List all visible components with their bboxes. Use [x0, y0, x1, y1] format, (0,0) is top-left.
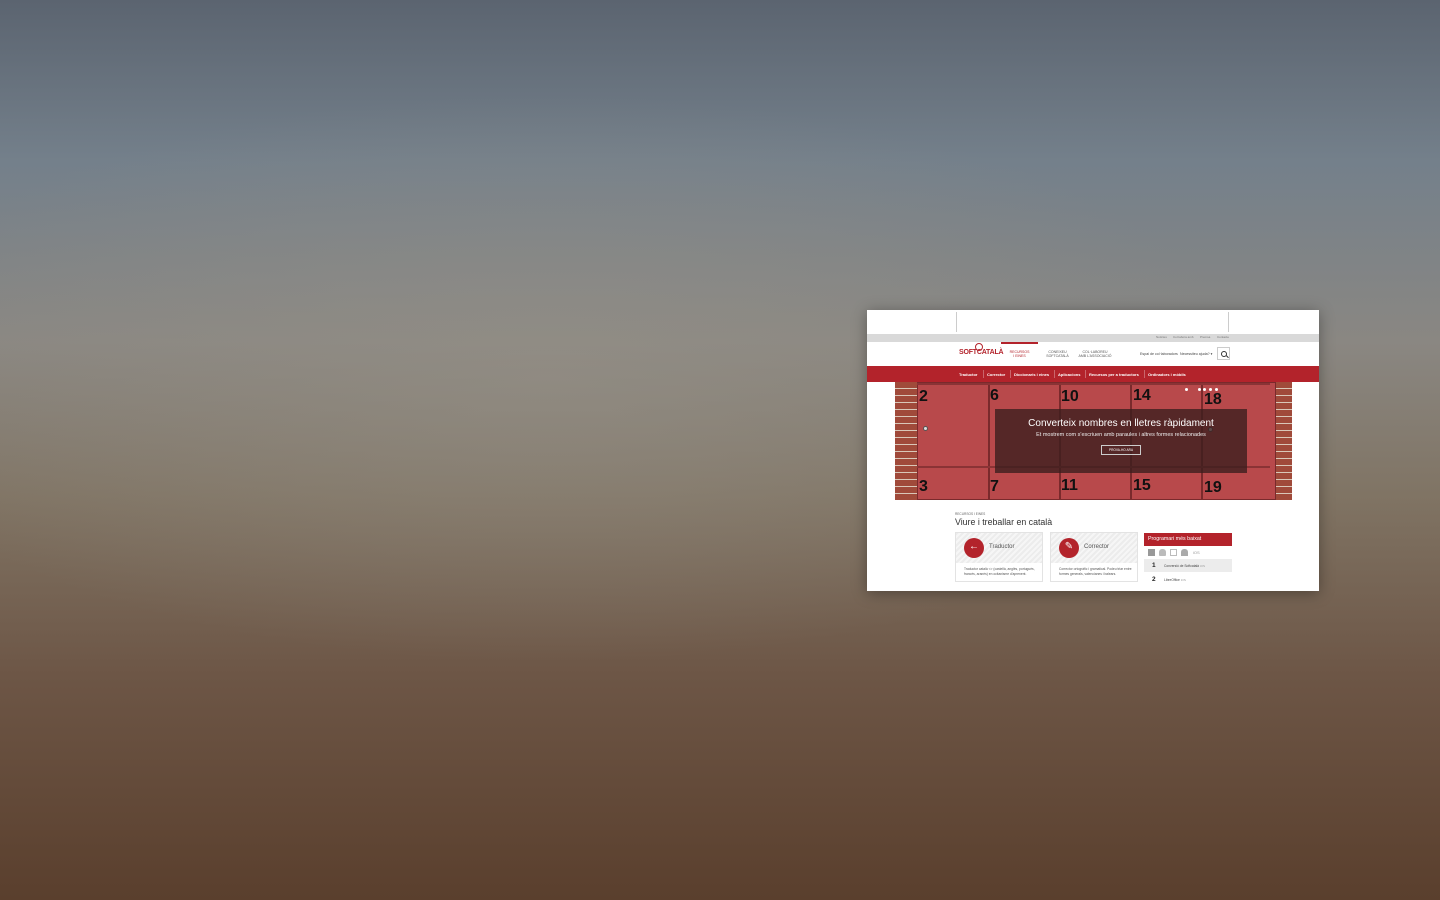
card-title: Traductor: [989, 544, 1015, 550]
subnav-divider: [1054, 370, 1055, 378]
slide-dot[interactable]: [1203, 388, 1206, 391]
door-number: 19: [1204, 479, 1222, 496]
door-number: 15: [1133, 477, 1151, 494]
website-screenshot: Notícies Col·labora amb Premsa Contacte …: [867, 310, 1319, 591]
subnav-item-traductor[interactable]: Traductor: [959, 372, 977, 377]
nav-item-line: I EINES: [1013, 354, 1026, 358]
program-os: iOS: [1180, 578, 1186, 582]
nav-item-recursos[interactable]: RECURSOS I EINES: [1003, 350, 1036, 358]
list-item[interactable]: 2 LibreOffice iOS: [1144, 573, 1232, 586]
widget-title: Programari més baixat: [1148, 536, 1202, 542]
stamp-glyph: ✎: [1064, 541, 1074, 552]
card-corrector[interactable]: ✎ Corrector Corrector ortogràfic i grama…: [1050, 532, 1138, 582]
program-title: Conversió de Softcatalà: [1164, 564, 1200, 568]
subnav-divider: [1085, 370, 1086, 378]
utility-bar: [867, 334, 1319, 342]
rank-number: 1: [1152, 562, 1156, 569]
door-number: 14: [1133, 387, 1151, 404]
utility-link[interactable]: Contacte: [1217, 335, 1229, 339]
help-dropdown[interactable]: Necessiteu ajuda? ▾: [1180, 352, 1212, 356]
subnav-item-aplicacions[interactable]: Aplicacions: [1058, 372, 1080, 377]
banner-marker: [1228, 312, 1229, 332]
slide-dot[interactable]: [1209, 388, 1212, 391]
card-description: Traductor català <> (castellà, anglès, p…: [964, 567, 1035, 576]
arrow-glyph: ←: [969, 541, 979, 552]
rank-number: 2: [1152, 576, 1156, 583]
door-number: 7: [990, 478, 999, 495]
program-os: iOS: [1199, 564, 1205, 568]
hero-slider[interactable]: 2 6 10 14 18 3 7 11 15 19 Converteix nom…: [895, 382, 1292, 500]
door-rail: [917, 383, 1270, 385]
program-name: LibreOffice iOS: [1164, 578, 1186, 582]
slide-dot[interactable]: [1185, 388, 1188, 391]
search-icon-handle: [1225, 354, 1228, 358]
door-knob: [923, 426, 928, 431]
banner-area: [867, 310, 1319, 334]
nav-item-collaboreu[interactable]: COL·LABOREU AMB L'ASSOCIACIÓ: [1077, 350, 1113, 358]
android-icon[interactable]: [1181, 549, 1188, 556]
breadcrumb[interactable]: RECURSOS I EINES: [955, 512, 985, 516]
door-number: 2: [919, 388, 928, 405]
site-logo[interactable]: SOFTCATALÀ: [959, 349, 1004, 356]
active-indicator: [1001, 342, 1038, 344]
card-description: Corrector ortogràfic i gramatical. Podeu…: [1059, 567, 1132, 576]
utility-link[interactable]: Notícies: [1156, 335, 1167, 339]
brick-wall: [895, 382, 917, 500]
slide-dot[interactable]: [1215, 388, 1218, 391]
card-traductor[interactable]: ← Traductor Traductor català <> (castell…: [955, 532, 1043, 582]
door-number: 18: [1204, 391, 1222, 408]
hero-title: Converteix nombres en lletres ràpidament: [1028, 418, 1214, 429]
arrow-left-icon: ←: [964, 538, 984, 558]
card-title: Corrector: [1084, 544, 1110, 550]
door-number: 10: [1061, 388, 1079, 405]
subnav-item-recursos-traductors[interactable]: Recursos per a traductors: [1089, 372, 1139, 377]
stamp-icon: ✎: [1059, 538, 1079, 558]
utility-link[interactable]: Col·labora amb: [1173, 335, 1194, 339]
apple-icon[interactable]: [1170, 549, 1177, 556]
door-number: 11: [1061, 477, 1078, 494]
hero-subtitle: Et mostrem com s'escriuen amb paraules i…: [1036, 432, 1206, 438]
brick-wall: [1276, 382, 1292, 500]
chevron-down-icon: ▾: [1210, 352, 1213, 356]
banner-marker: [956, 312, 957, 332]
nav-item-line: AMB L'ASSOCIACIÓ: [1078, 354, 1112, 358]
subnav-divider: [983, 370, 984, 378]
section-title: Viure i treballar en català: [955, 517, 1053, 527]
subnav-item-ordinadors[interactable]: Ordinadors i mòbils: [1148, 372, 1186, 377]
hero-cta-button[interactable]: PROVA-HO ARA: [1101, 445, 1141, 455]
subnav-item-diccionaris[interactable]: Diccionaris i eines: [1014, 372, 1049, 377]
windows-icon[interactable]: [1148, 549, 1155, 556]
nav-item-line: SOFTCATALÀ: [1046, 354, 1069, 358]
list-item[interactable]: 1 Conversió de Softcatalà iOS: [1144, 559, 1232, 572]
ios-label[interactable]: iOS: [1193, 550, 1200, 555]
program-name: Conversió de Softcatalà iOS: [1164, 564, 1205, 568]
program-title: LibreOffice: [1164, 578, 1180, 582]
help-label: Necessiteu ajuda?: [1180, 352, 1210, 356]
espai-link[interactable]: Espai de col·laboradors: [1140, 352, 1178, 356]
slide-dot[interactable]: [1198, 388, 1201, 391]
search-button[interactable]: [1217, 347, 1230, 360]
utility-link[interactable]: Premsa: [1200, 335, 1210, 339]
subnav-divider: [1144, 370, 1145, 378]
nav-item-coneixeu[interactable]: CONEIXEU SOFTCATALÀ: [1041, 350, 1074, 358]
door-number: 3: [919, 478, 928, 495]
top-downloads-widget: Programari més baixat iOS 1 Conversió de…: [1144, 533, 1232, 591]
subnav-item-corrector[interactable]: Corrector: [987, 372, 1005, 377]
subnav-divider: [1010, 370, 1011, 378]
door-number: 6: [990, 387, 999, 404]
linux-icon[interactable]: [1159, 549, 1166, 556]
